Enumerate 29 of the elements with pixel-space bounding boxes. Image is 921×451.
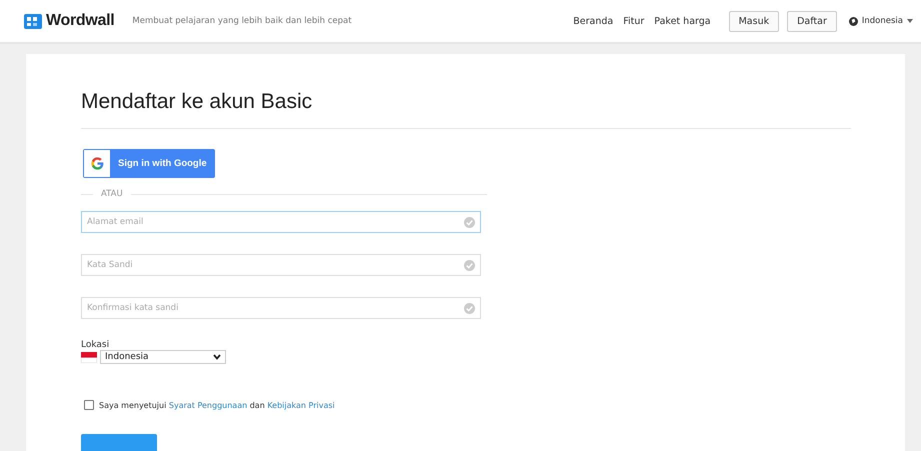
check-icon (464, 302, 475, 314)
terms-link[interactable]: Syarat Penggunaan (168, 400, 248, 410)
flag-icon (81, 352, 97, 362)
input-field[interactable]: Konfirmasi kata sandi (81, 297, 481, 319)
header-button[interactable]: Daftar (787, 10, 837, 32)
check-icon (464, 260, 475, 270)
agree-checkbox[interactable] (84, 400, 94, 410)
logo-text[interactable]: Wordwall (46, 12, 114, 30)
agreement-text: Saya menyetujui Syarat Penggunaan dan Kebijakan Privasi (99, 400, 335, 410)
google-signin-button[interactable]: Sign in with Google (83, 149, 215, 178)
chevron-icon (213, 354, 221, 360)
location-label: Lokasi (81, 340, 110, 350)
page-title: Mendaftar ke akun Basic (81, 90, 314, 114)
privacy-link[interactable]: Kebijakan Privasi (267, 400, 335, 410)
input-field[interactable]: Kata Sandi (81, 254, 481, 276)
location-select[interactable]: Indonesia (100, 350, 226, 364)
google-g-icon (90, 157, 104, 170)
divider-label: ATAU (101, 189, 123, 199)
nav-link[interactable]: Paket harga (654, 16, 711, 26)
language-menu[interactable]: Indonesia (848, 16, 913, 26)
header-button[interactable]: Masuk (728, 10, 780, 32)
logo-icon (24, 14, 42, 28)
nav-link[interactable]: Fitur (623, 16, 644, 26)
input-field[interactable]: Alamat email (81, 211, 481, 233)
caret-icon (907, 19, 913, 23)
tagline: Membuat pelajaran yang lebih baik dan lebih cepat (132, 16, 352, 26)
nav-link[interactable]: Beranda (573, 16, 614, 26)
check-icon (464, 216, 475, 228)
globe-icon (848, 16, 858, 26)
